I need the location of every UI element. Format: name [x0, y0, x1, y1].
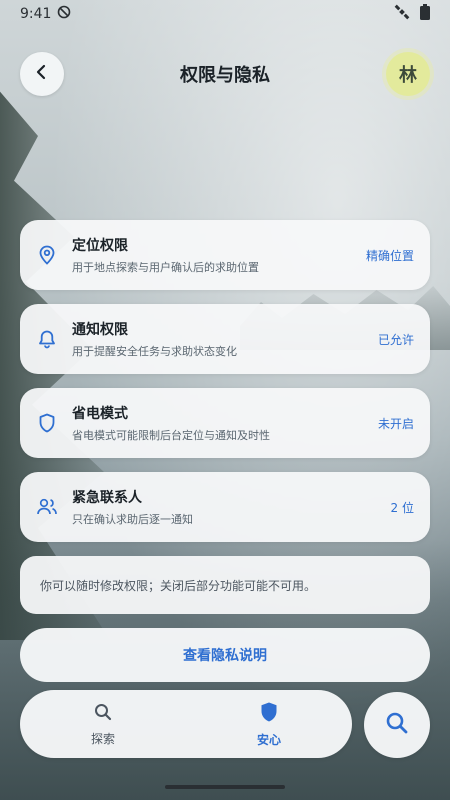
search-icon	[384, 710, 410, 740]
shield-icon	[36, 412, 58, 434]
search-fab-button[interactable]	[364, 692, 430, 758]
card-text: 紧急联系人 只在确认求助后逐一通知	[72, 487, 391, 527]
view-privacy-button[interactable]: 查看隐私说明	[20, 628, 430, 682]
card-status: 已允许	[377, 332, 414, 347]
card-status: 2 位	[390, 500, 414, 515]
permissions-note: 你可以随时修改权限；关闭后部分功能可能不可用。	[20, 556, 430, 614]
notification-permission-card[interactable]: 通知权限 用于提醒安全任务与求助状态变化 已允许	[20, 304, 430, 374]
nav-label: 探索	[90, 731, 115, 746]
nav-item-explore[interactable]: 探索	[43, 702, 163, 747]
card-title: 通知权限	[72, 322, 128, 338]
nav-label: 安心	[256, 732, 281, 747]
status-left: 9:41	[20, 5, 71, 23]
card-title: 省电模式	[72, 406, 128, 422]
avatar[interactable]: 林	[386, 52, 430, 96]
emergency-contacts-card[interactable]: 紧急联系人 只在确认求助后逐一通知 2 位	[20, 472, 430, 542]
card-subtitle: 省电模式可能限制后台定位与通知及时性	[72, 429, 270, 442]
card-text: 省电模式 省电模式可能限制后台定位与通知及时性	[72, 403, 378, 443]
power-saving-card[interactable]: 省电模式 省电模式可能限制后台定位与通知及时性 未开启	[20, 388, 430, 458]
card-status: 未开启	[377, 416, 414, 431]
card-subtitle: 只在确认求助后逐一通知	[72, 513, 193, 526]
nav-item-safety[interactable]: 安心	[209, 701, 329, 748]
page-title: 权限与隐私	[180, 65, 270, 86]
card-title: 定位权限	[72, 238, 128, 254]
back-button[interactable]	[20, 52, 64, 96]
card-subtitle: 用于地点探索与用户确认后的求助位置	[72, 261, 259, 274]
card-title: 紧急联系人	[72, 490, 142, 506]
card-text: 定位权限 用于地点探索与用户确认后的求助位置	[72, 235, 366, 275]
battery-icon	[420, 4, 430, 24]
satellite-icon	[394, 4, 410, 24]
bell-icon	[36, 328, 58, 350]
header: 权限与隐私 林	[0, 52, 450, 96]
card-subtitle: 用于提醒安全任务与求助状态变化	[72, 345, 237, 358]
status-bar: 9:41	[0, 0, 450, 28]
search-icon	[93, 702, 113, 726]
bottom-nav: 探索 安心	[20, 690, 352, 758]
location-pin-icon	[36, 244, 58, 266]
card-status: 精确位置	[365, 248, 414, 263]
chevron-left-icon	[34, 64, 50, 84]
location-permission-card[interactable]: 定位权限 用于地点探索与用户确认后的求助位置 精确位置	[20, 220, 430, 290]
status-right	[394, 4, 430, 24]
card-text: 通知权限 用于提醒安全任务与求助状态变化	[72, 319, 378, 359]
home-indicator	[165, 785, 285, 789]
status-time: 9:41	[20, 6, 52, 22]
shield-filled-icon	[259, 701, 279, 727]
people-icon	[36, 496, 58, 518]
do-not-disturb-icon	[57, 5, 71, 23]
